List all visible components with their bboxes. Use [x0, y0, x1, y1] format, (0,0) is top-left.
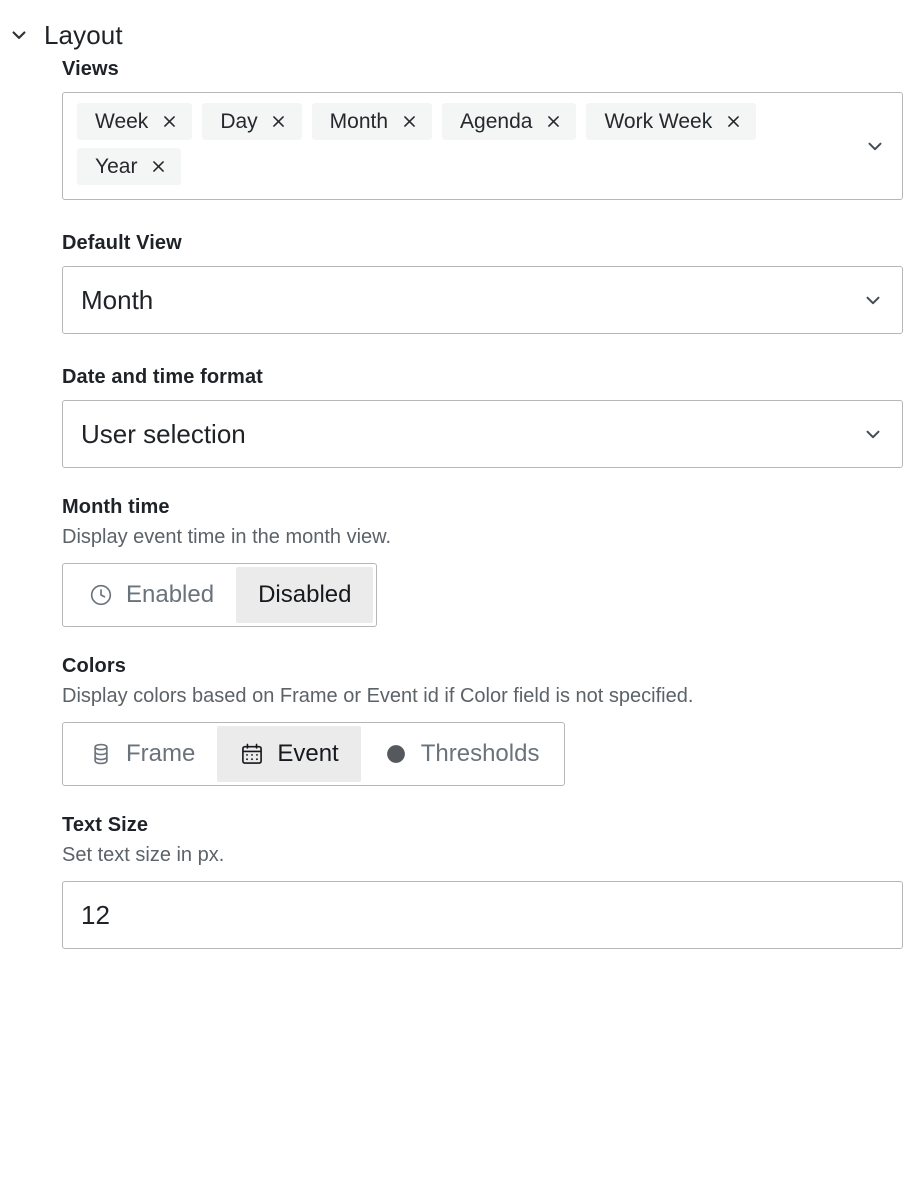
radio-label: Frame	[126, 740, 196, 767]
colors-description: Display colors based on Frame or Event i…	[62, 685, 694, 707]
tag-month[interactable]: Month	[311, 103, 433, 141]
page-title: Layout	[44, 20, 123, 50]
radio-month-time-enabled[interactable]: Enabled	[66, 567, 236, 623]
close-icon[interactable]	[544, 113, 562, 131]
radio-label: Disabled	[258, 581, 352, 608]
tag-label: Year	[95, 155, 138, 179]
field-date-time-format: Date and time format User selection	[62, 364, 903, 468]
date-time-format-label: Date and time format	[62, 366, 263, 388]
field-text-size: Text Size Set text size in px.	[62, 812, 903, 949]
month-time-description: Display event time in the month view.	[62, 526, 392, 548]
tag-label: Day	[220, 110, 258, 133]
tag-day[interactable]: Day	[202, 103, 302, 141]
chevron-down-icon[interactable]	[862, 423, 884, 445]
tag-label: Work Week	[604, 110, 713, 133]
text-size-description: Set text size in px.	[62, 844, 225, 866]
tag-agenda[interactable]: Agenda	[442, 103, 577, 141]
calendar-icon	[239, 741, 265, 767]
default-view-label: Default View	[62, 232, 182, 254]
tag-week[interactable]: Week	[77, 103, 193, 141]
radio-label: Enabled	[126, 581, 215, 608]
layout-options-panel: Layout Views Week Day Month Agenda Work …	[0, 0, 923, 949]
tag-label: Week	[95, 110, 149, 133]
tag-label: Month	[329, 110, 389, 133]
field-default-view: Default View Month	[62, 230, 903, 334]
close-icon[interactable]	[149, 158, 167, 176]
fields-container: Views Week Day Month Agenda Work Week Ye…	[0, 56, 923, 949]
month-time-radio-group: Enabled Disabled	[62, 563, 378, 627]
colors-label: Colors	[62, 655, 126, 677]
tag-year[interactable]: Year	[77, 148, 182, 186]
circle-filled-icon	[383, 741, 409, 767]
views-multiselect[interactable]: Week Day Month Agenda Work Week Year	[62, 92, 903, 200]
text-size-input[interactable]	[62, 881, 903, 949]
field-colors: Colors Display colors based on Frame or …	[62, 653, 903, 786]
radio-colors-frame[interactable]: Frame	[66, 726, 217, 782]
radio-label: Thresholds	[420, 740, 540, 767]
clock-icon	[88, 582, 114, 608]
close-icon[interactable]	[160, 113, 178, 131]
default-view-value: Month	[81, 287, 154, 313]
radio-colors-event[interactable]: Event	[217, 726, 361, 782]
radio-colors-thresholds[interactable]: Thresholds	[361, 726, 562, 782]
chevron-down-icon[interactable]	[862, 289, 884, 311]
views-label: Views	[62, 58, 119, 80]
month-time-label: Month time	[62, 496, 170, 518]
radio-month-time-disabled[interactable]: Disabled	[236, 567, 374, 623]
tag-label: Agenda	[460, 110, 533, 133]
field-views: Views Week Day Month Agenda Work Week Ye…	[62, 56, 903, 200]
default-view-select[interactable]: Month	[62, 266, 903, 334]
close-icon[interactable]	[400, 113, 418, 131]
date-time-format-value: User selection	[81, 421, 246, 447]
text-size-label: Text Size	[62, 814, 149, 836]
field-month-time: Month time Display event time in the mon…	[62, 494, 903, 627]
close-icon[interactable]	[270, 113, 288, 131]
tag-work-week[interactable]: Work Week	[586, 103, 757, 141]
layout-section-header[interactable]: Layout	[0, 0, 923, 56]
close-icon[interactable]	[724, 113, 742, 131]
chevron-down-icon[interactable]	[8, 24, 30, 46]
chevron-down-icon[interactable]	[864, 135, 886, 157]
date-time-format-select[interactable]: User selection	[62, 400, 903, 468]
database-icon	[88, 741, 114, 767]
radio-label: Event	[277, 740, 339, 767]
colors-radio-group: Frame Event Thresholds	[62, 722, 566, 786]
